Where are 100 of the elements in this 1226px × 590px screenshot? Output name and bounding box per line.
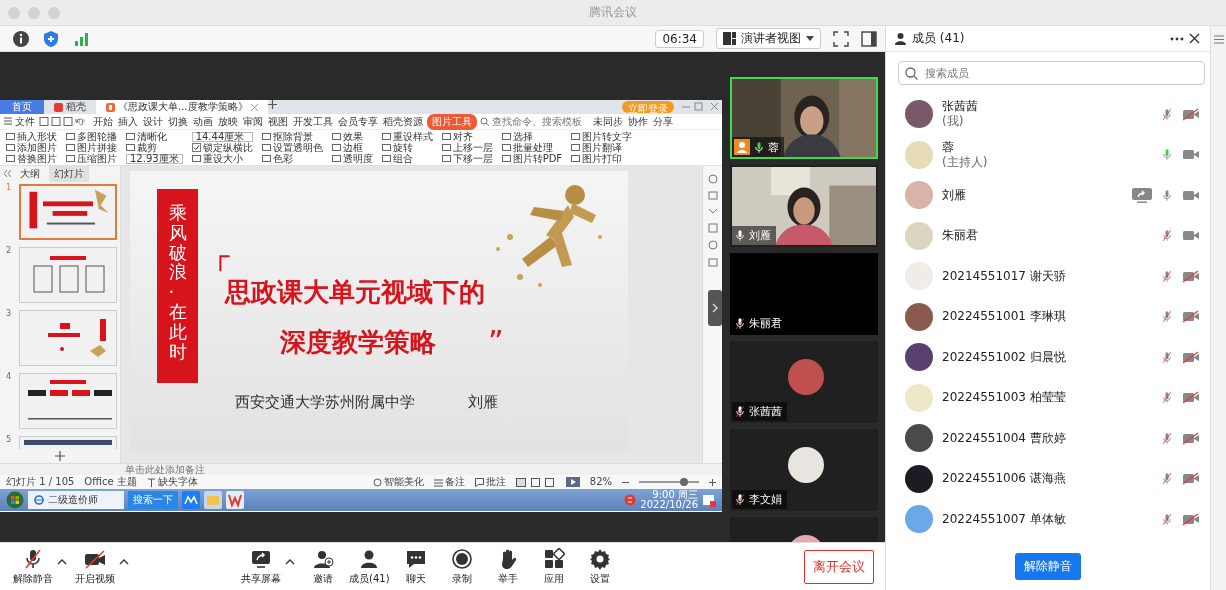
slider-thumb[interactable]	[680, 478, 688, 486]
file-menu[interactable]: 文件	[3, 113, 37, 130]
add-icon[interactable]	[55, 451, 65, 461]
ribbon-button[interactable]: 批量处理	[501, 142, 563, 153]
ribbon-tab[interactable]: 动画	[192, 113, 215, 130]
ribbon-tab[interactable]: 会员专享	[337, 113, 380, 130]
ribbon-button[interactable]: 组合	[381, 153, 433, 164]
checkbox-option[interactable]: 锁定纵横比	[191, 142, 253, 153]
comments-button[interactable]: 批注	[474, 475, 506, 489]
play-icon[interactable]	[565, 477, 580, 487]
size-field[interactable]: 14.44厘米	[191, 131, 253, 142]
new-tab-icon[interactable]	[267, 100, 277, 109]
ribbon-button[interactable]: 重设样式	[381, 131, 433, 142]
shield-icon[interactable]	[42, 29, 60, 48]
size-field[interactable]: 12.93厘米	[126, 153, 183, 164]
view-modes-icon[interactable]	[515, 477, 556, 487]
more-icon[interactable]	[1170, 36, 1184, 41]
beautify-button[interactable]: 智能美化	[372, 475, 424, 489]
document-tab[interactable]: 《思政课大单...度教学策略》	[96, 100, 268, 114]
toolbar-button[interactable]: 解除静音	[10, 547, 56, 586]
slide-thumbnail[interactable]	[19, 310, 117, 366]
input-method-icon[interactable]	[624, 494, 637, 506]
ribbon-tab[interactable]: 审阅	[242, 113, 265, 130]
search-input[interactable]: 搜索成员	[923, 65, 1198, 81]
notes-field[interactable]: 单击此处添加备注	[0, 463, 722, 475]
ribbon-tab[interactable]: 插入	[117, 113, 140, 130]
ribbon-button[interactable]: 边框	[331, 142, 373, 153]
slide-thumbnail[interactable]	[19, 373, 117, 429]
ribbon-button[interactable]: 透明度	[331, 153, 373, 164]
slide-thumbnail[interactable]	[19, 247, 117, 303]
sidebar-toggle-icon[interactable]	[861, 30, 877, 47]
missing-fonts-button[interactable]: 缺失字体	[146, 475, 198, 489]
ribbon-button[interactable]: 旋转	[381, 142, 433, 153]
ribbon-button[interactable]: 裁剪	[126, 142, 183, 153]
toolbar-button[interactable]: 举手	[484, 547, 531, 586]
command-search-field[interactable]: 查找命令、搜索模板	[492, 116, 587, 127]
panel-tab[interactable]: 大纲	[15, 165, 45, 182]
toolbar-button[interactable]: 聊天	[392, 547, 439, 586]
ribbon-button[interactable]: 图片转文字	[571, 131, 633, 142]
ribbon-button[interactable]: 对齐	[441, 131, 493, 142]
toolbar-link[interactable]: 协作	[627, 113, 650, 130]
fullscreen-icon[interactable]	[833, 30, 849, 47]
ribbon-button[interactable]: 多图轮播	[66, 131, 117, 142]
app-icon[interactable]	[182, 491, 200, 509]
unmute-all-button[interactable]: 解除静音	[1015, 552, 1081, 580]
ribbon-button[interactable]: 压缩图片	[66, 153, 117, 164]
ribbon-button[interactable]: 替换图片	[6, 153, 57, 164]
ribbon-button[interactable]: 插入形状	[6, 131, 57, 142]
toolbar-button[interactable]: 邀请	[300, 547, 346, 586]
ribbon-button[interactable]: 图片翻译	[571, 142, 633, 153]
browser-address-field[interactable]: 二级造价师	[28, 491, 124, 509]
ribbon-tab[interactable]: 设计	[142, 113, 165, 130]
collapse-icon[interactable]	[4, 170, 11, 177]
start-icon[interactable]	[6, 491, 24, 509]
search-field[interactable]: 搜索成员	[898, 61, 1205, 85]
toolbar-button[interactable]: 成员(41)	[346, 547, 393, 586]
ribbon-tab[interactable]: 视图	[267, 113, 290, 130]
font-icon	[146, 477, 156, 487]
toolbar-button[interactable]: 录制	[438, 547, 485, 586]
notes-button[interactable]: 备注	[433, 475, 465, 489]
view-mode-dropdown[interactable]: 演讲者视图	[716, 28, 821, 49]
zoom-in-icon[interactable]	[709, 478, 716, 486]
toolbar-link[interactable]: 未同步	[592, 113, 625, 130]
ribbon-tab[interactable]: 开始	[92, 113, 115, 130]
participant-name: 李文娟	[749, 492, 782, 507]
info-icon[interactable]	[12, 29, 30, 48]
search-button[interactable]: 搜索一下	[128, 491, 178, 509]
ribbon-tab[interactable]: 切换	[167, 113, 190, 130]
participant-name: 张茜茜	[749, 404, 782, 419]
toolbar-button[interactable]: 应用	[530, 547, 577, 586]
ribbon-button[interactable]: 下移一层	[441, 153, 493, 164]
ribbon-button[interactable]: 色彩	[261, 153, 323, 164]
close-icon[interactable]	[1189, 33, 1200, 44]
document-tab[interactable]: 首页	[0, 100, 44, 114]
ribbon-tab[interactable]: 开发工具	[292, 113, 335, 130]
ribbon-button[interactable]: 选择	[501, 131, 563, 142]
ribbon-button[interactable]: 设置透明色	[261, 142, 323, 153]
ribbon-button[interactable]: 效果	[331, 131, 373, 142]
ribbon-button[interactable]: 清晰化	[126, 131, 183, 142]
ribbon-button[interactable]: 图片拼接	[66, 142, 117, 153]
notification-icon[interactable]	[702, 493, 716, 507]
ribbon-button[interactable]: 上移一层	[441, 142, 493, 153]
document-tab[interactable]: 稻壳	[44, 100, 96, 114]
ribbon-button[interactable]: 抠除背景	[261, 131, 323, 142]
ribbon-tab[interactable]: 放映	[217, 113, 240, 130]
menu-icon[interactable]	[1213, 35, 1224, 44]
toolbar-link[interactable]: 分享	[652, 113, 675, 130]
ribbon-button[interactable]: 图片打印	[571, 153, 633, 164]
leave-meeting-button[interactable]: 离开会议	[804, 549, 874, 584]
slide-thumbnail[interactable]	[19, 184, 117, 240]
ribbon-button[interactable]: 重设大小	[191, 153, 253, 164]
collapse-button[interactable]	[708, 290, 722, 326]
ribbon-tab[interactable]: 稻壳资源	[382, 113, 425, 130]
theme-label[interactable]: Office 主题	[84, 475, 137, 489]
toolbar-button[interactable]: 设置	[576, 547, 623, 586]
ribbon-button[interactable]: 图片转PDF	[501, 153, 563, 164]
wps-icon[interactable]	[226, 491, 244, 509]
ribbon-button[interactable]: 添加图片	[6, 142, 57, 153]
toolbar-button[interactable]: 共享屏幕	[238, 547, 284, 586]
toolbar-button[interactable]: 开启视频	[72, 547, 118, 586]
